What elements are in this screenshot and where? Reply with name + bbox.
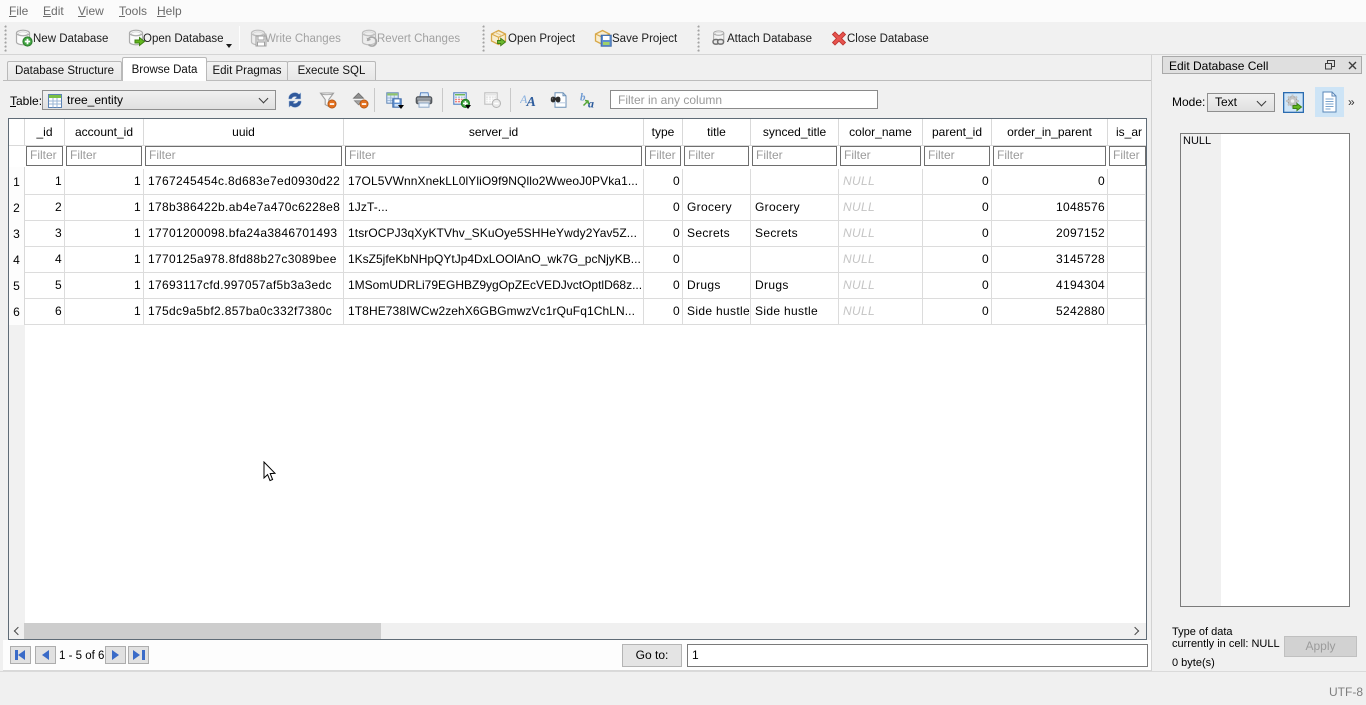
svg-text:b: b bbox=[580, 92, 586, 104]
svg-text:A: A bbox=[526, 95, 536, 108]
